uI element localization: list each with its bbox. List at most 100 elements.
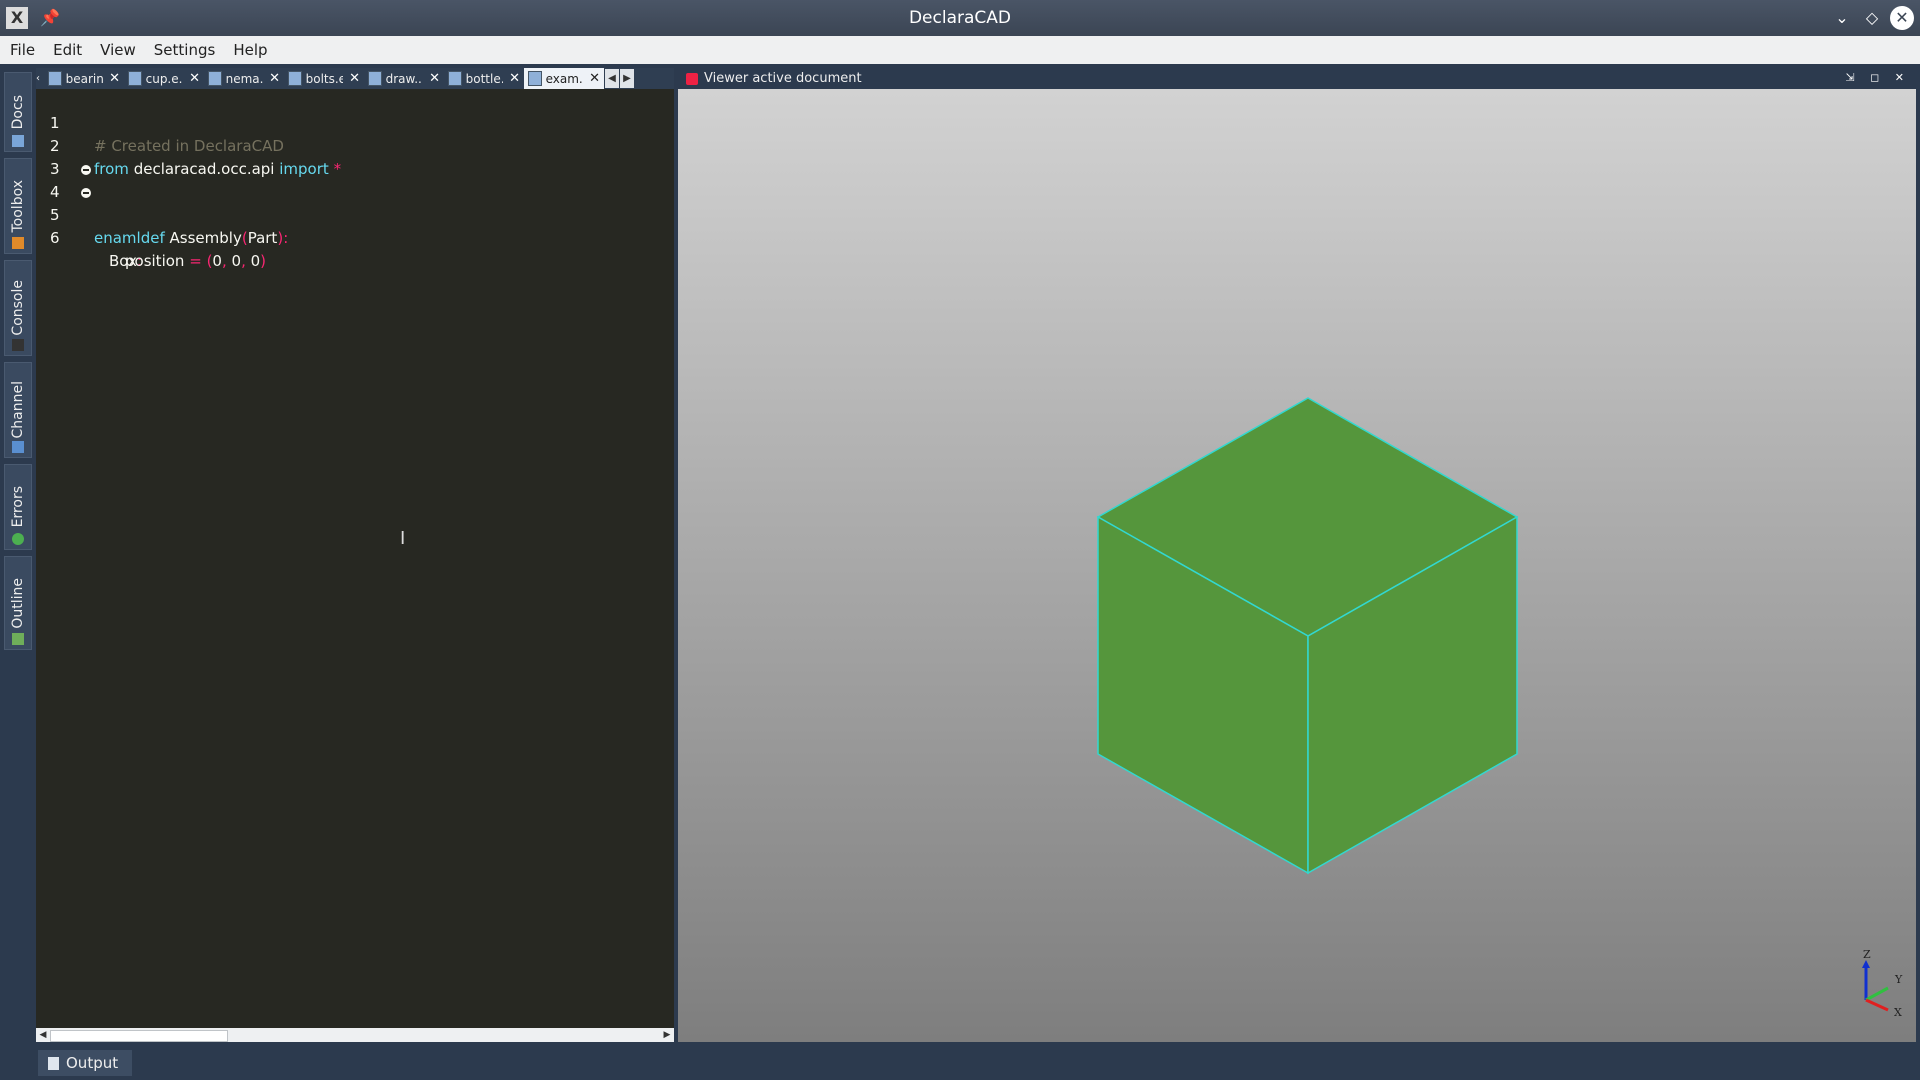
cube-model[interactable] — [678, 89, 1916, 1042]
tab-scroll-left-icon[interactable]: ‹ — [36, 73, 44, 84]
tab-label: bolts.e.. — [305, 71, 344, 86]
tab-label: exam.. — [545, 71, 584, 86]
dock-tab-outline[interactable]: Outline — [4, 556, 32, 650]
menu-file[interactable]: File — [0, 41, 43, 59]
tab-prev-icon[interactable]: ◀ — [605, 69, 619, 88]
close-tab-icon[interactable]: ✕ — [429, 71, 440, 86]
left-dock: Docs Toolbox Console Channel Errors Outl… — [0, 64, 32, 1046]
dock-tab-docs[interactable]: Docs — [4, 72, 32, 152]
minimize-button[interactable]: ⌄ — [1830, 6, 1854, 30]
editor-tab[interactable]: bearin.. ✕ — [44, 68, 124, 89]
tab-next-icon[interactable]: ▶ — [620, 69, 634, 88]
dock-tab-label: Errors — [10, 486, 26, 528]
close-window-button[interactable]: ✕ — [1890, 6, 1914, 30]
maximize-button[interactable]: ◇ — [1860, 6, 1884, 30]
axis-y-label: Y — [1894, 973, 1903, 986]
output-tab[interactable]: Output — [38, 1050, 132, 1076]
python-file-icon — [288, 71, 302, 86]
editor-tab[interactable]: bottle... ✕ — [444, 68, 524, 89]
app-icon[interactable]: X — [6, 7, 28, 29]
python-file-icon — [368, 71, 382, 86]
operator: = — [189, 252, 202, 270]
tab-label: nema.. — [225, 71, 264, 86]
3d-viewport[interactable]: Z Y X — [678, 89, 1916, 1042]
scrollbar-thumb[interactable] — [50, 1030, 228, 1042]
number-literal: 0 — [250, 252, 261, 270]
pin-icon[interactable]: 📌 — [40, 8, 60, 27]
menu-bar: File Edit View Settings Help — [0, 36, 1920, 64]
class-name: Assembly — [169, 229, 242, 247]
code-line: 5 Box: — [36, 181, 674, 270]
close-tab-icon[interactable]: ✕ — [269, 71, 280, 86]
toolbox-icon — [12, 237, 24, 249]
menu-edit[interactable]: Edit — [43, 41, 90, 59]
editor-tab[interactable]: draw... ✕ — [364, 68, 444, 89]
menu-settings[interactable]: Settings — [144, 41, 224, 59]
console-icon — [12, 339, 24, 351]
number-literal: 0 — [212, 252, 222, 270]
channel-icon — [12, 441, 24, 453]
code-line: 3 — [36, 135, 65, 178]
python-file-icon — [128, 71, 142, 86]
editor-tab[interactable]: bolts.e.. ✕ — [284, 68, 364, 89]
axis-z-label: Z — [1863, 948, 1871, 961]
close-tab-icon[interactable]: ✕ — [509, 71, 520, 86]
fold-collapse-icon[interactable] — [81, 165, 91, 175]
menu-help[interactable]: Help — [223, 41, 275, 59]
dock-tab-label: Toolbox — [10, 179, 26, 233]
editor-pane: ‹ bearin..✕ cup.e..✕ nema..✕ bolts.e..✕ … — [36, 68, 674, 1042]
bottom-dock: Output — [0, 1046, 1920, 1080]
editor-tab[interactable]: nema.. ✕ — [204, 68, 284, 89]
dock-tab-errors[interactable]: Errors — [4, 464, 32, 550]
tab-label: draw... — [385, 71, 424, 86]
code-line: 2 from declaracad.occ.api import * — [36, 112, 341, 178]
dock-tab-label: Console — [10, 280, 26, 336]
close-tab-icon[interactable]: ✕ — [109, 71, 120, 86]
tab-label: cup.e.. — [145, 71, 184, 86]
number-literal: 0 — [231, 252, 242, 270]
outline-icon — [12, 633, 24, 645]
window-title: DeclaraCAD — [908, 8, 1012, 28]
scroll-right-icon[interactable]: ▶ — [660, 1028, 674, 1042]
viewer-title: Viewer active document — [704, 71, 862, 86]
code-line: 4 enamldef Assembly(Part): — [36, 158, 674, 247]
fold-collapse-icon[interactable] — [81, 188, 91, 198]
output-label: Output — [66, 1054, 119, 1072]
editor-tab-active[interactable]: exam.. ✕ — [524, 68, 604, 89]
python-file-icon — [208, 71, 222, 86]
dock-tab-console[interactable]: Console — [4, 260, 32, 356]
horizontal-scrollbar[interactable]: ◀ ▶ — [36, 1028, 674, 1042]
operator: ) — [260, 252, 267, 270]
close-tab-icon[interactable]: ✕ — [189, 71, 200, 86]
code-comment: # Created in DeclaraCAD — [94, 137, 284, 155]
window-titlebar: X 📌 DeclaraCAD ⌄ ◇ ✕ — [0, 0, 1920, 36]
docs-icon — [12, 135, 24, 147]
dock-tab-label: Docs — [10, 94, 26, 130]
code-editor[interactable]: 1 # Created in DeclaraCAD 2 from declara… — [36, 89, 674, 1024]
code-line: 6 position = (0, 0, 0) — [50, 229, 267, 270]
errors-icon — [12, 533, 24, 545]
operator: : — [283, 229, 289, 247]
code-line: 1 # Created in DeclaraCAD — [36, 89, 284, 155]
viewer-pane: Viewer active document ⇲ ◻ ✕ Z Y X — [678, 68, 1916, 1042]
editor-tab[interactable]: cup.e.. ✕ — [124, 68, 204, 89]
close-tab-icon[interactable]: ✕ — [349, 71, 360, 86]
tab-label: bottle... — [465, 71, 503, 86]
viewer-window-controls[interactable]: ⇲ ◻ ✕ — [1845, 71, 1910, 84]
keyword: enamldef — [94, 229, 165, 247]
python-file-icon — [48, 71, 62, 86]
menu-view[interactable]: View — [90, 41, 144, 59]
base-class: Part — [247, 229, 278, 247]
python-file-icon — [448, 71, 462, 86]
axis-triad: Z Y X — [1862, 948, 1903, 1018]
scroll-left-icon[interactable]: ◀ — [36, 1028, 50, 1042]
attribute-name: position — [125, 252, 185, 270]
dock-tab-toolbox[interactable]: Toolbox — [4, 158, 32, 254]
close-tab-icon[interactable]: ✕ — [589, 71, 600, 86]
viewer-title-bar: Viewer active document ⇲ ◻ ✕ — [678, 68, 1916, 89]
dock-tab-channel[interactable]: Channel — [4, 362, 32, 458]
dock-tab-label: Outline — [10, 577, 26, 629]
axis-x-label: X — [1894, 1006, 1902, 1018]
text-cursor-icon: I — [400, 528, 406, 549]
dock-tab-label: Channel — [10, 381, 26, 439]
